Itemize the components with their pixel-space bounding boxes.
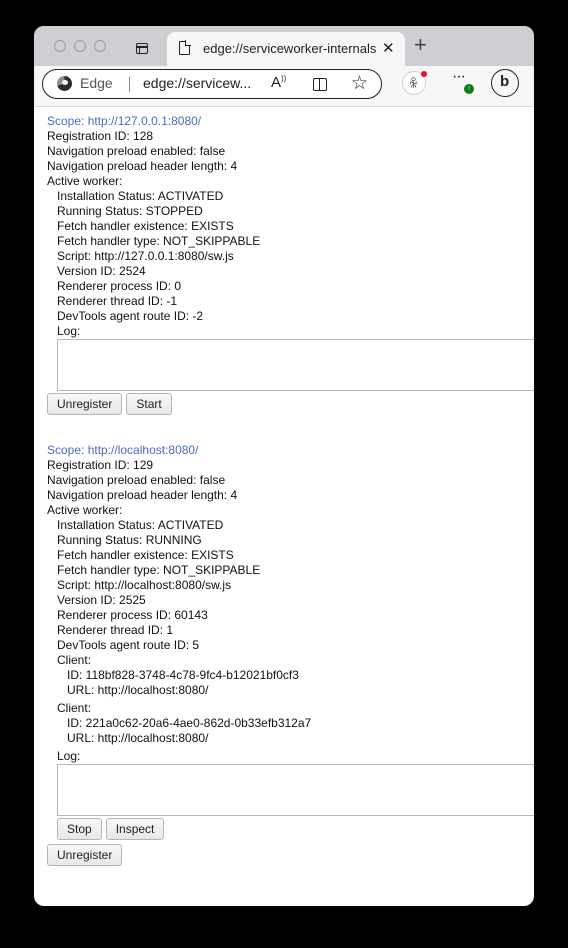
registration-actions: Unregister (34, 842, 534, 868)
client-url: URL: http://localhost:8080/ (67, 683, 209, 697)
tab-strip: edge://serviceworker-internals ✕ + (34, 26, 534, 66)
renderer-process-id: Renderer process ID: 60143 (57, 608, 208, 622)
registration-129: Scope: http://localhost:8080/ Registrati… (34, 443, 534, 868)
fetch-handler-type: Fetch handler type: NOT_SKIPPABLE (57, 234, 261, 248)
nav-preload-enabled: Navigation preload enabled: false (47, 144, 226, 158)
page-icon (179, 40, 191, 55)
client-entry: Client: ID: 221a0c62-20a6-4ae0-862d-0b33… (34, 701, 534, 746)
minimize-window-button[interactable] (74, 40, 86, 52)
installation-status: Installation Status: ACTIVATED (57, 189, 224, 203)
profile-icon: ꆜ (409, 77, 419, 91)
client-url: URL: http://localhost:8080/ (67, 731, 209, 745)
active-worker-label: Active worker: (47, 174, 123, 188)
devtools-route-id: DevTools agent route ID: -2 (57, 309, 204, 323)
toolbar: Edge edge://servicew... A)) ☆ ꆜ ··· ↑ b (34, 66, 534, 107)
new-tab-button[interactable]: + (414, 34, 427, 56)
registration-id: Registration ID: 129 (47, 458, 154, 472)
read-aloud-waves: )) (281, 74, 287, 83)
scope-link[interactable]: Scope: http://localhost:8080/ (34, 443, 534, 458)
stop-button[interactable]: Stop (57, 818, 102, 840)
fetch-handler-existence: Fetch handler existence: EXISTS (57, 548, 234, 562)
start-button[interactable]: Start (126, 393, 172, 415)
tab-serviceworker-internals[interactable]: edge://serviceworker-internals ✕ (167, 32, 405, 66)
star-icon[interactable]: ☆ (351, 72, 368, 95)
fetch-handler-existence: Fetch handler existence: EXISTS (57, 219, 234, 233)
edge-logo-icon (57, 76, 72, 91)
nav-preload-header-length: Navigation preload header length: 4 (47, 488, 238, 502)
script-url: Script: http://127.0.0.1:8080/sw.js (57, 249, 234, 263)
tab-actions-icon[interactable] (136, 43, 148, 54)
profile-button[interactable]: ꆜ (402, 71, 427, 95)
registration-actions: Unregister Start (34, 391, 534, 417)
copilot-button[interactable]: b (491, 69, 519, 97)
address-bar[interactable]: Edge edge://servicew... A)) ☆ (42, 69, 382, 99)
fetch-handler-type: Fetch handler type: NOT_SKIPPABLE (57, 563, 261, 577)
client-id: ID: 118bf828-3748-4c78-9fc4-b12021bf0cf3 (67, 668, 299, 682)
close-window-button[interactable] (54, 40, 66, 52)
client-entry: Client: ID: 118bf828-3748-4c78-9fc4-b120… (34, 653, 534, 698)
unregister-button[interactable]: Unregister (47, 844, 123, 866)
running-status: Running Status: RUNNING (57, 533, 202, 547)
log-textarea[interactable] (57, 764, 534, 816)
url-text[interactable]: edge://servicew... (143, 75, 251, 91)
client-id: ID: 221a0c62-20a6-4ae0-862d-0b33efb312a7 (67, 716, 312, 730)
update-badge-icon: ↑ (464, 84, 474, 94)
edge-label: Edge (80, 75, 113, 91)
copilot-icon: b (500, 73, 510, 90)
omnibox-divider (129, 77, 130, 92)
tab-title: edge://serviceworker-internals (203, 41, 377, 56)
registration-128: Scope: http://127.0.0.1:8080/ Registrati… (34, 114, 534, 417)
renderer-process-id: Renderer process ID: 0 (57, 279, 182, 293)
close-tab-icon[interactable]: ✕ (382, 39, 395, 57)
nav-preload-enabled: Navigation preload enabled: false (47, 473, 226, 487)
read-aloud-icon[interactable]: A)) (271, 74, 286, 91)
running-status: Running Status: STOPPED (57, 204, 203, 218)
version-id: Version ID: 2524 (57, 264, 146, 278)
more-icon[interactable]: ··· (452, 68, 466, 86)
worker-actions: Stop Inspect (34, 816, 534, 842)
browser-window: edge://serviceworker-internals ✕ + Edge … (34, 26, 534, 906)
version-id: Version ID: 2525 (57, 593, 146, 607)
read-aloud-glyph: A (271, 74, 282, 91)
devtools-route-id: DevTools agent route ID: 5 (57, 638, 200, 652)
scope-link[interactable]: Scope: http://127.0.0.1:8080/ (34, 114, 534, 129)
unregister-button[interactable]: Unregister (47, 393, 123, 415)
inspect-button[interactable]: Inspect (105, 818, 165, 840)
log-label: Log: (57, 749, 81, 763)
active-worker-label: Active worker: (47, 503, 123, 517)
notification-dot (421, 71, 427, 77)
renderer-thread-id: Renderer thread ID: -1 (57, 294, 178, 308)
registration-id: Registration ID: 128 (47, 129, 154, 143)
split-screen-icon[interactable] (313, 78, 327, 91)
page-content: Scope: http://127.0.0.1:8080/ Registrati… (34, 107, 534, 906)
log-textarea[interactable] (57, 339, 534, 391)
log-label: Log: (57, 324, 81, 338)
script-url: Script: http://localhost:8080/sw.js (57, 578, 232, 592)
renderer-thread-id: Renderer thread ID: 1 (57, 623, 174, 637)
client-label: Client: (57, 653, 92, 667)
client-label: Client: (57, 701, 92, 715)
nav-preload-header-length: Navigation preload header length: 4 (47, 159, 238, 173)
installation-status: Installation Status: ACTIVATED (57, 518, 224, 532)
maximize-window-button[interactable] (94, 40, 106, 52)
